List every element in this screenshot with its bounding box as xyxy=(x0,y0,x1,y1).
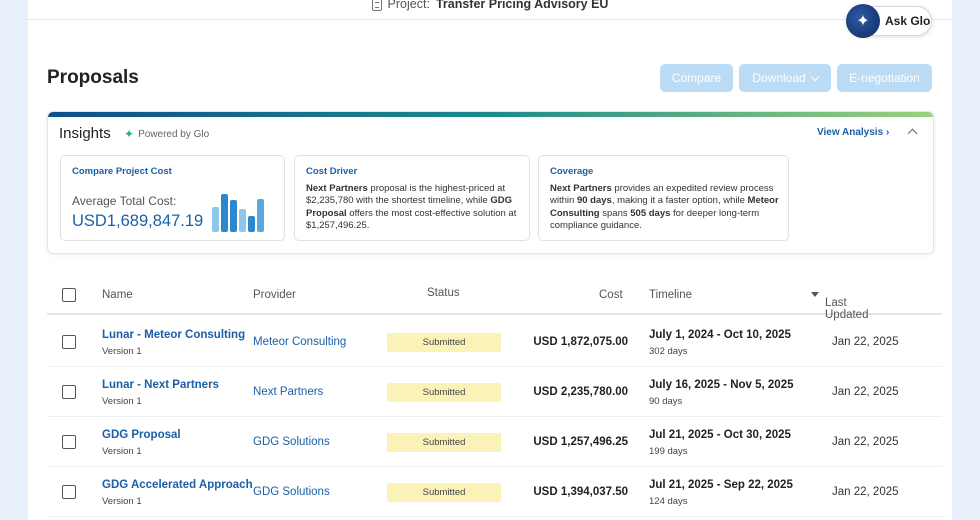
card-title: Compare Project Cost xyxy=(72,166,172,177)
table-row[interactable]: Lunar - Meteor Consulting Version 1 Mete… xyxy=(47,317,942,367)
header-last-updated[interactable]: Last Updated xyxy=(811,289,868,321)
timeline-range: Jul 21, 2025 - Oct 30, 2025 xyxy=(649,429,791,441)
timeline-range: July 1, 2024 - Oct 10, 2025 xyxy=(649,329,791,341)
timeline-range: July 16, 2025 - Nov 5, 2025 xyxy=(649,379,794,391)
proposal-name-link[interactable]: GDG Accelerated Approach xyxy=(102,479,253,491)
header-status[interactable]: Status xyxy=(427,287,460,299)
average-cost-value: USD1,689,847.19 xyxy=(72,212,204,230)
header-provider[interactable]: Provider xyxy=(253,289,296,301)
header-cost[interactable]: Cost xyxy=(599,289,623,301)
document-icon xyxy=(371,0,382,11)
status-badge: Submitted xyxy=(387,483,501,502)
status-badge: Submitted xyxy=(387,333,501,352)
last-updated-date: Jan 22, 2025 xyxy=(832,386,899,398)
table-row[interactable]: Lunar - Next Partners Version 1 Next Par… xyxy=(47,367,942,417)
proposal-version: Version 1 xyxy=(102,396,142,407)
insights-panel: Insights ✦ Powered by Glo View Analysis … xyxy=(47,111,934,254)
chevron-right-icon: › xyxy=(885,127,890,138)
page-title: Proposals xyxy=(47,67,139,88)
card-title: Cost Driver xyxy=(306,166,358,177)
proposal-cost: USD 1,394,037.50 xyxy=(533,486,628,498)
average-cost-label: Average Total Cost: xyxy=(72,194,177,208)
powered-by-label: Powered by Glo xyxy=(138,128,210,140)
provider-link[interactable]: GDG Solutions xyxy=(253,436,330,448)
view-analysis-link[interactable]: View Analysis › xyxy=(817,127,889,138)
project-name: Transfer Pricing Advisory EU xyxy=(435,0,609,11)
proposal-cost: USD 1,872,075.00 xyxy=(533,336,628,348)
timeline-days: 199 days xyxy=(649,446,688,457)
row-checkbox[interactable] xyxy=(62,435,76,449)
compare-button[interactable]: Compare xyxy=(660,64,733,92)
sparkle-icon: ✦ xyxy=(846,4,880,38)
proposal-cost: USD 1,257,496.25 xyxy=(533,436,628,448)
ask-glo-button[interactable]: ✦ Ask Glo xyxy=(846,4,932,38)
download-label: Download xyxy=(752,71,806,85)
timeline-days: 302 days xyxy=(649,346,688,357)
powered-by-glo: ✦ Powered by Glo xyxy=(124,127,209,141)
compare-cost-card: Compare Project Cost Average Total Cost:… xyxy=(60,155,285,241)
header-name[interactable]: Name xyxy=(102,289,133,301)
e-negotiation-label: E-negotiation xyxy=(849,71,920,85)
provider-link[interactable]: Next Partners xyxy=(253,386,323,398)
timeline-range: Jul 21, 2025 - Sep 22, 2025 xyxy=(649,479,793,491)
mini-bar xyxy=(230,200,237,232)
select-all-checkbox[interactable] xyxy=(62,288,76,302)
proposal-name-link[interactable]: Lunar - Next Partners xyxy=(102,379,219,391)
table-header: Name Provider Status Cost Timeline Last … xyxy=(47,281,942,321)
last-updated-date: Jan 22, 2025 xyxy=(832,336,899,348)
download-button[interactable]: Download xyxy=(739,64,831,92)
proposal-version: Version 1 xyxy=(102,446,142,457)
view-analysis-label: View Analysis xyxy=(817,127,884,138)
sparkle-icon: ✦ xyxy=(124,127,135,141)
row-checkbox[interactable] xyxy=(62,335,76,349)
last-updated-date: Jan 22, 2025 xyxy=(832,436,899,448)
cost-driver-card: Cost Driver Next Partners proposal is th… xyxy=(294,155,530,241)
ask-glo-label: Ask Glo xyxy=(885,14,931,28)
proposal-name-link[interactable]: Lunar - Meteor Consulting xyxy=(102,329,245,341)
status-badge: Submitted xyxy=(387,383,501,402)
status-badge: Submitted xyxy=(387,433,501,452)
compare-label: Compare xyxy=(671,71,722,85)
header-timeline[interactable]: Timeline xyxy=(649,289,692,301)
mini-bar xyxy=(212,207,219,232)
mini-bar xyxy=(239,209,246,232)
card-title: Coverage xyxy=(550,166,594,177)
proposal-version: Version 1 xyxy=(102,346,142,357)
e-negotiation-button[interactable]: E-negotiation xyxy=(837,64,932,92)
mini-bar xyxy=(248,216,255,232)
proposal-name-link[interactable]: GDG Proposal xyxy=(102,429,181,441)
insights-gradient-bar xyxy=(48,112,933,117)
project-breadcrumb: Project: Transfer Pricing Advisory EU xyxy=(371,0,609,11)
coverage-card: Coverage Next Partners provides an exped… xyxy=(538,155,789,241)
top-bar: Project: Transfer Pricing Advisory EU xyxy=(28,0,952,20)
chevron-down-icon xyxy=(810,72,819,81)
mini-bar-chart xyxy=(212,192,264,232)
row-checkbox[interactable] xyxy=(62,385,76,399)
mini-bar xyxy=(221,194,228,232)
insights-title: Insights xyxy=(59,125,111,142)
collapse-chevron-up-icon[interactable] xyxy=(907,128,918,139)
coverage-text: Next Partners provides an expedited revi… xyxy=(550,183,779,231)
provider-link[interactable]: Meteor Consulting xyxy=(253,336,346,348)
timeline-days: 90 days xyxy=(649,396,683,407)
last-updated-date: Jan 22, 2025 xyxy=(832,486,899,498)
provider-link[interactable]: GDG Solutions xyxy=(253,486,330,498)
proposal-version: Version 1 xyxy=(102,496,142,507)
cost-driver-text: Next Partners proposal is the highest-pr… xyxy=(306,183,517,231)
mini-bar xyxy=(257,199,264,232)
table-row[interactable]: GDG Proposal Version 1 GDG Solutions Sub… xyxy=(47,417,942,467)
sort-desc-icon xyxy=(811,292,819,297)
proposals-page: Project: Transfer Pricing Advisory EU ✦ … xyxy=(28,0,952,520)
row-checkbox[interactable] xyxy=(62,485,76,499)
table-row[interactable]: GDG Accelerated Approach Version 1 GDG S… xyxy=(47,467,942,517)
project-prefix: Project: xyxy=(387,0,430,11)
proposal-cost: USD 2,235,780.00 xyxy=(533,386,628,398)
timeline-days: 124 days xyxy=(649,496,688,507)
